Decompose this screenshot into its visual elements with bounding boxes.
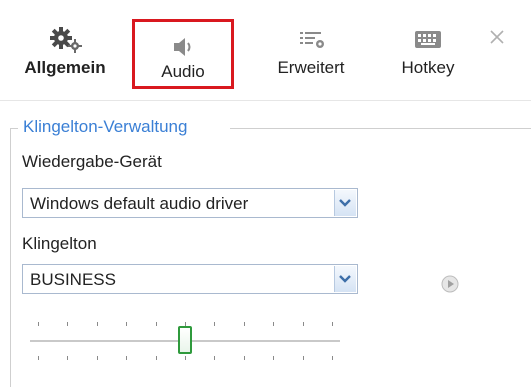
device-label: Wiedergabe-Gerät bbox=[22, 152, 162, 171]
tab-label: Allgemein bbox=[24, 58, 106, 77]
tab-hotkey[interactable]: Hotkey bbox=[378, 22, 478, 92]
tab-erweitert[interactable]: Erweitert bbox=[256, 22, 366, 92]
group-border bbox=[10, 128, 18, 129]
slider-tick bbox=[155, 356, 157, 360]
slider-tick bbox=[273, 356, 275, 360]
settings-dialog: Allgemein Audio Erweitert Hotkey Klingel… bbox=[0, 0, 531, 387]
list-settings-icon bbox=[300, 32, 324, 48]
ringtone-label: Klingelton bbox=[22, 234, 97, 253]
slider-tick bbox=[126, 356, 128, 360]
play-icon[interactable] bbox=[441, 275, 459, 293]
slider-tick bbox=[332, 356, 333, 360]
chevron-down-icon bbox=[339, 199, 351, 207]
slider-thumb[interactable] bbox=[178, 326, 192, 354]
slider-tick bbox=[38, 356, 39, 360]
slider-tick bbox=[302, 356, 304, 360]
gears-icon bbox=[50, 27, 82, 53]
tab-label: Erweitert bbox=[277, 58, 345, 77]
toolbar-divider bbox=[0, 100, 531, 101]
volume-slider[interactable] bbox=[30, 318, 350, 368]
slider-tick bbox=[214, 356, 216, 360]
dropdown-button[interactable] bbox=[334, 266, 356, 292]
tab-allgemein[interactable]: Allgemein bbox=[10, 22, 120, 92]
slider-tick bbox=[96, 356, 98, 360]
slider-tick bbox=[38, 322, 39, 326]
settings-toolbar: Allgemein Audio Erweitert Hotkey bbox=[0, 0, 531, 100]
dropdown-button[interactable] bbox=[334, 190, 356, 216]
slider-tick bbox=[302, 322, 304, 326]
close-icon[interactable] bbox=[486, 26, 508, 48]
slider-tick bbox=[243, 322, 245, 326]
tab-audio[interactable]: Audio bbox=[132, 19, 234, 89]
device-select-value: Windows default audio driver bbox=[30, 194, 249, 213]
chevron-down-icon bbox=[339, 275, 351, 283]
ringtone-select[interactable]: BUSINESS bbox=[22, 264, 358, 294]
slider-tick bbox=[155, 322, 157, 326]
slider-tick bbox=[273, 322, 275, 326]
device-select[interactable]: Windows default audio driver bbox=[22, 188, 358, 218]
slider-tick bbox=[67, 356, 69, 360]
group-title: Klingelton-Verwaltung bbox=[20, 117, 191, 137]
group-border bbox=[230, 128, 531, 129]
slider-tick bbox=[67, 322, 69, 326]
group-border bbox=[10, 128, 11, 387]
speaker-icon bbox=[174, 38, 191, 56]
keyboard-icon bbox=[415, 31, 441, 48]
slider-tick bbox=[96, 322, 98, 326]
slider-tick bbox=[214, 322, 216, 326]
ringtone-select-value: BUSINESS bbox=[30, 270, 116, 289]
slider-tick bbox=[126, 322, 128, 326]
slider-tick bbox=[332, 322, 333, 326]
slider-tick bbox=[243, 356, 245, 360]
tab-label: Audio bbox=[161, 62, 205, 81]
slider-tick bbox=[185, 356, 186, 360]
tab-label: Hotkey bbox=[401, 58, 455, 77]
